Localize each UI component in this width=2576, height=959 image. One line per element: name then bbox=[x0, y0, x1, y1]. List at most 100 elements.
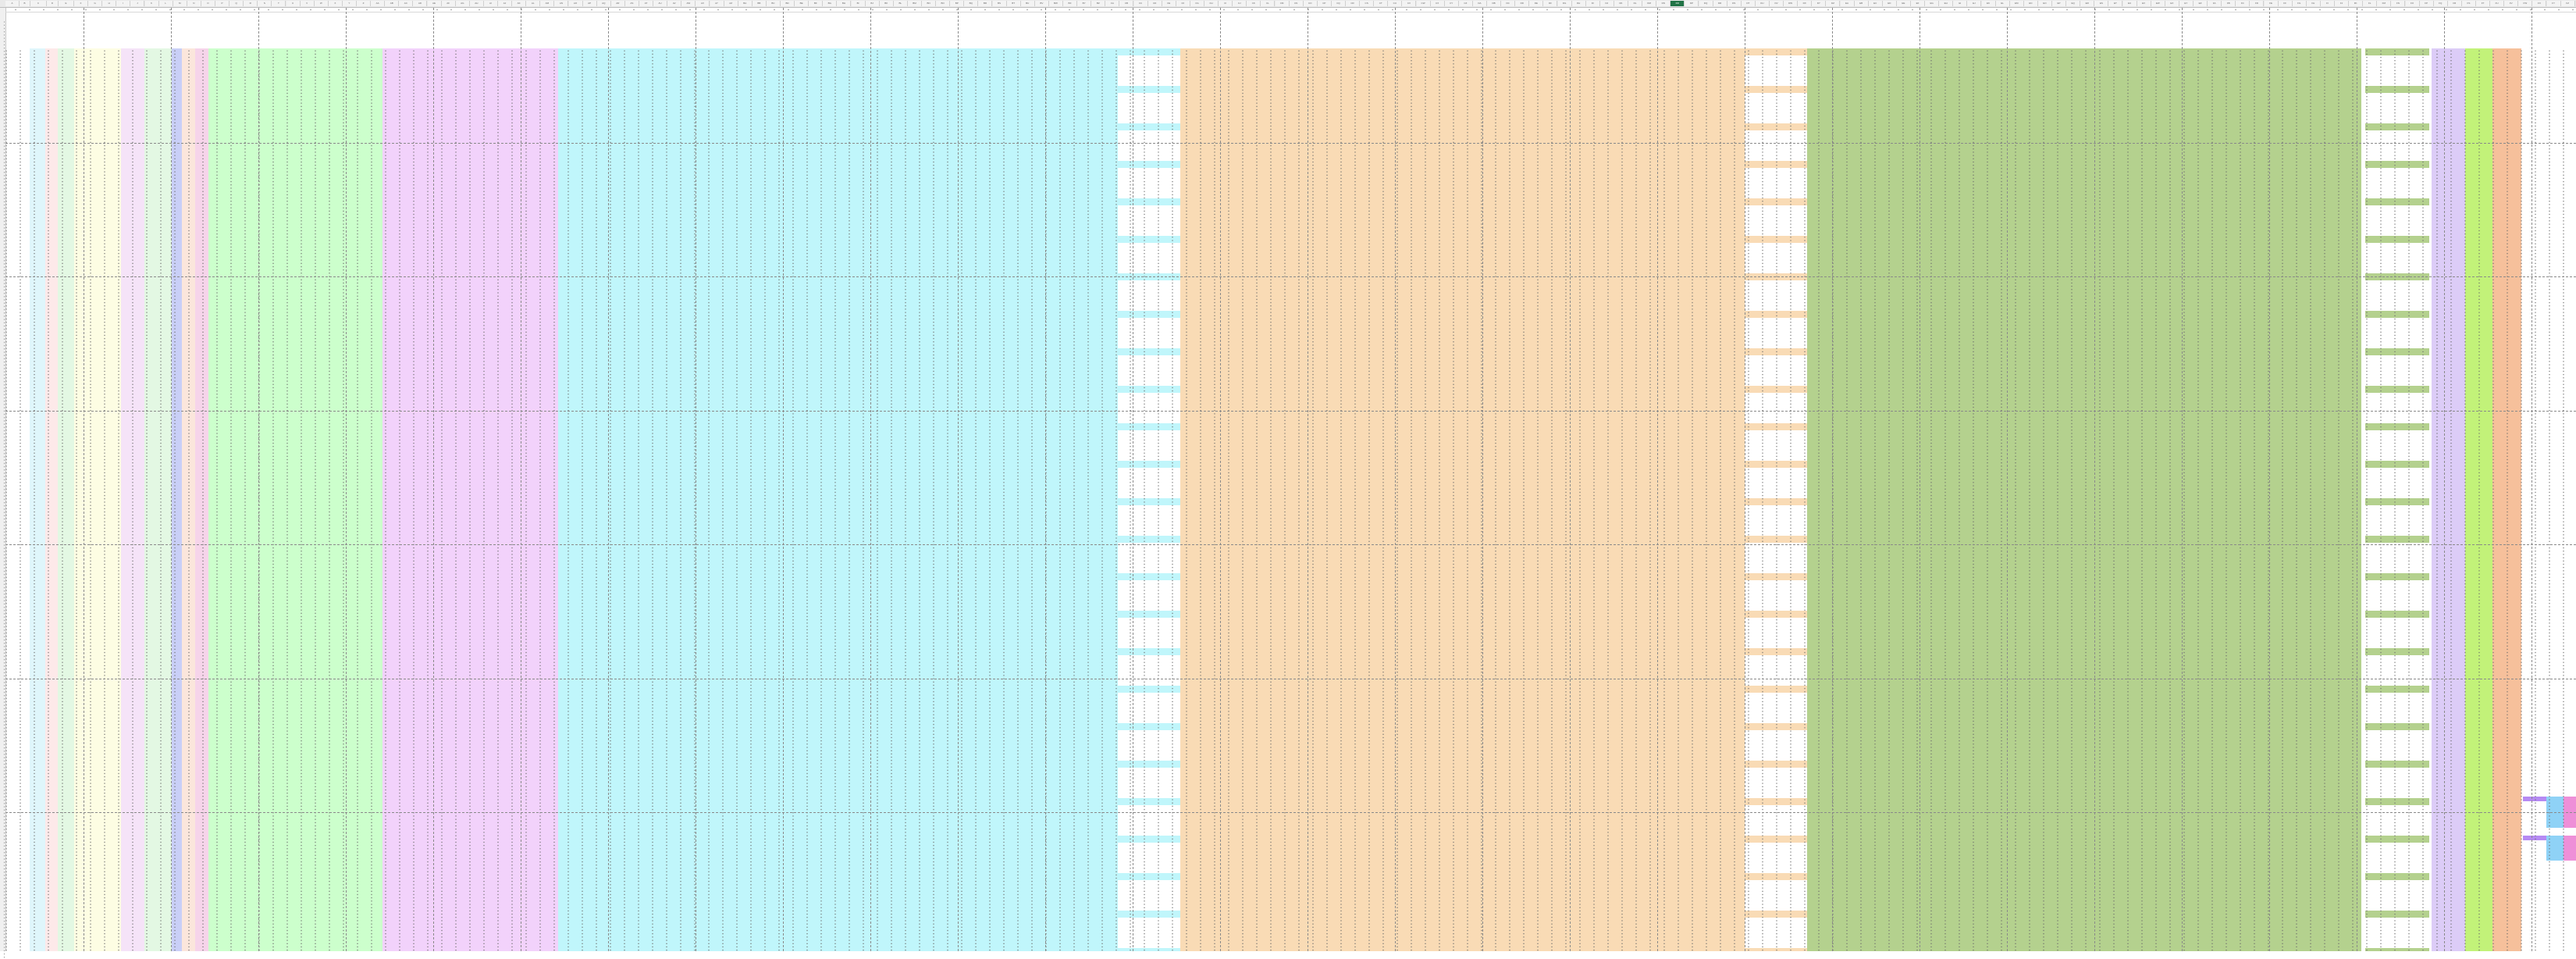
column-header-Y[interactable]: Y bbox=[342, 1, 357, 6]
column-header-FK[interactable]: FK bbox=[2349, 1, 2364, 6]
column-header-AT[interactable]: AT bbox=[639, 1, 654, 6]
column-header-AU[interactable]: AU bbox=[653, 1, 668, 6]
column-header-ES[interactable]: ES bbox=[2094, 1, 2109, 6]
column-header-AZ[interactable]: AZ bbox=[724, 1, 738, 6]
column-header-CM[interactable]: CM bbox=[1275, 1, 1290, 6]
column-header-BG[interactable]: BG bbox=[823, 1, 838, 6]
column-header-BR[interactable]: BR bbox=[978, 1, 993, 6]
column-header-AG[interactable]: AG bbox=[455, 1, 470, 6]
column-header-EE[interactable]: EE bbox=[1896, 1, 1911, 6]
column-header-DW[interactable]: DW bbox=[1784, 1, 1799, 6]
column-header-CW[interactable]: CW bbox=[1416, 1, 1431, 6]
column-header-CT[interactable]: CT bbox=[1374, 1, 1389, 6]
column-header-EI[interactable]: EI bbox=[1953, 1, 1968, 6]
column-header-J[interactable]: J bbox=[130, 1, 145, 6]
column-header-CZ[interactable]: CZ bbox=[1458, 1, 1473, 6]
column-header-CH[interactable]: CH bbox=[1204, 1, 1219, 6]
column-header-CG[interactable]: CG bbox=[1190, 1, 1204, 6]
column-header-CC[interactable]: CC bbox=[1133, 1, 1148, 6]
column-header-DI[interactable]: DI bbox=[1585, 1, 1600, 6]
column-header-FQ[interactable]: FQ bbox=[2433, 1, 2448, 6]
column-header-BQ[interactable]: BQ bbox=[964, 1, 979, 6]
column-header-V[interactable]: V bbox=[300, 1, 315, 6]
column-header-EM[interactable]: EM bbox=[2009, 1, 2024, 6]
column-header-AN[interactable]: AN bbox=[554, 1, 569, 6]
column-header-Q[interactable]: Q bbox=[229, 1, 244, 6]
column-header-AI[interactable]: AI bbox=[483, 1, 498, 6]
column-header-DB[interactable]: DB bbox=[1487, 1, 1502, 6]
column-header-EH[interactable]: EH bbox=[1939, 1, 1954, 6]
column-header-CR[interactable]: CR bbox=[1346, 1, 1361, 6]
column-header-CY[interactable]: CY bbox=[1444, 1, 1459, 6]
column-header-CB[interactable]: CB bbox=[1119, 1, 1134, 6]
column-header-CP[interactable]: CP bbox=[1317, 1, 1332, 6]
column-header-FW[interactable]: FW bbox=[2518, 1, 2533, 6]
column-header-FA[interactable]: FA bbox=[2208, 1, 2222, 6]
column-header-AL[interactable]: AL bbox=[526, 1, 541, 6]
column-header-DJ[interactable]: DJ bbox=[1599, 1, 1614, 6]
column-header-DU[interactable]: DU bbox=[1755, 1, 1770, 6]
column-header-G[interactable]: G bbox=[88, 1, 103, 6]
column-header-BH[interactable]: BH bbox=[837, 1, 852, 6]
column-header-FF[interactable]: FF bbox=[2278, 1, 2293, 6]
column-header-AQ[interactable]: AQ bbox=[596, 1, 611, 6]
column-header-DZ[interactable]: DZ bbox=[1826, 1, 1841, 6]
column-header-EZ[interactable]: EZ bbox=[2194, 1, 2208, 6]
column-header-L[interactable]: L bbox=[158, 1, 173, 6]
column-header-EP[interactable]: EP bbox=[2052, 1, 2067, 6]
column-header-N[interactable]: N bbox=[187, 1, 201, 6]
column-header-BX[interactable]: BX bbox=[1063, 1, 1078, 6]
column-header-DA[interactable]: DA bbox=[1472, 1, 1487, 6]
column-header-EA[interactable]: EA bbox=[1840, 1, 1855, 6]
column-header-BP[interactable]: BP bbox=[950, 1, 965, 6]
column-header-EK[interactable]: EK bbox=[1981, 1, 1996, 6]
column-header-BE[interactable]: BE bbox=[795, 1, 809, 6]
column-header-F[interactable]: F bbox=[74, 1, 89, 6]
column-header-DG[interactable]: DG bbox=[1557, 1, 1572, 6]
column-header-BT[interactable]: BT bbox=[1006, 1, 1021, 6]
column-header-BL[interactable]: BL bbox=[893, 1, 908, 6]
column-header-M[interactable]: M bbox=[173, 1, 187, 6]
column-header-S[interactable]: S bbox=[258, 1, 272, 6]
column-header-U[interactable]: U bbox=[286, 1, 301, 6]
column-header-FB[interactable]: FB bbox=[2222, 1, 2236, 6]
column-header-EG[interactable]: EG bbox=[1925, 1, 1940, 6]
column-header-DY[interactable]: DY bbox=[1812, 1, 1827, 6]
column-header-FR[interactable]: FR bbox=[2447, 1, 2462, 6]
column-header-BZ[interactable]: BZ bbox=[1091, 1, 1106, 6]
column-header-DC[interactable]: DC bbox=[1501, 1, 1516, 6]
column-header-DV[interactable]: DV bbox=[1770, 1, 1784, 6]
column-header-CI[interactable]: CI bbox=[1219, 1, 1233, 6]
column-header-T[interactable]: T bbox=[272, 1, 286, 6]
column-header-FI[interactable]: FI bbox=[2320, 1, 2335, 6]
column-header-EO[interactable]: EO bbox=[2037, 1, 2052, 6]
column-header-A[interactable]: A bbox=[5, 1, 20, 6]
column-header-AY[interactable]: AY bbox=[710, 1, 724, 6]
column-header-AW[interactable]: AW bbox=[681, 1, 696, 6]
column-header-K[interactable]: K bbox=[144, 1, 159, 6]
column-header-CF[interactable]: CF bbox=[1176, 1, 1190, 6]
column-header-FM[interactable]: FM bbox=[2377, 1, 2392, 6]
column-header-AD[interactable]: AD bbox=[413, 1, 428, 6]
column-header-BO[interactable]: BO bbox=[936, 1, 951, 6]
column-header-BD[interactable]: BD bbox=[781, 1, 795, 6]
column-header-FP[interactable]: FP bbox=[2419, 1, 2434, 6]
column-header-B[interactable]: B bbox=[20, 1, 30, 6]
column-header-DO[interactable]: DO bbox=[1670, 1, 1685, 6]
column-header-DH[interactable]: DH bbox=[1571, 1, 1586, 6]
column-header-FD[interactable]: FD bbox=[2250, 1, 2265, 6]
column-header-E[interactable]: E bbox=[59, 1, 74, 6]
column-header-EB[interactable]: EB bbox=[1854, 1, 1869, 6]
column-header-BC[interactable]: BC bbox=[766, 1, 781, 6]
column-header-AF[interactable]: AF bbox=[441, 1, 456, 6]
column-header-AJ[interactable]: AJ bbox=[498, 1, 513, 6]
column-header-DN[interactable]: DN bbox=[1656, 1, 1671, 6]
column-header-CJ[interactable]: CJ bbox=[1233, 1, 1247, 6]
column-header-EU[interactable]: EU bbox=[2122, 1, 2137, 6]
column-header-EY[interactable]: EY bbox=[2179, 1, 2194, 6]
column-header-AS[interactable]: AS bbox=[624, 1, 639, 6]
column-header-DP[interactable]: DP bbox=[1685, 1, 1699, 6]
column-header-DS[interactable]: DS bbox=[1727, 1, 1742, 6]
column-header-DT[interactable]: DT bbox=[1741, 1, 1756, 6]
column-header-CS[interactable]: CS bbox=[1360, 1, 1375, 6]
